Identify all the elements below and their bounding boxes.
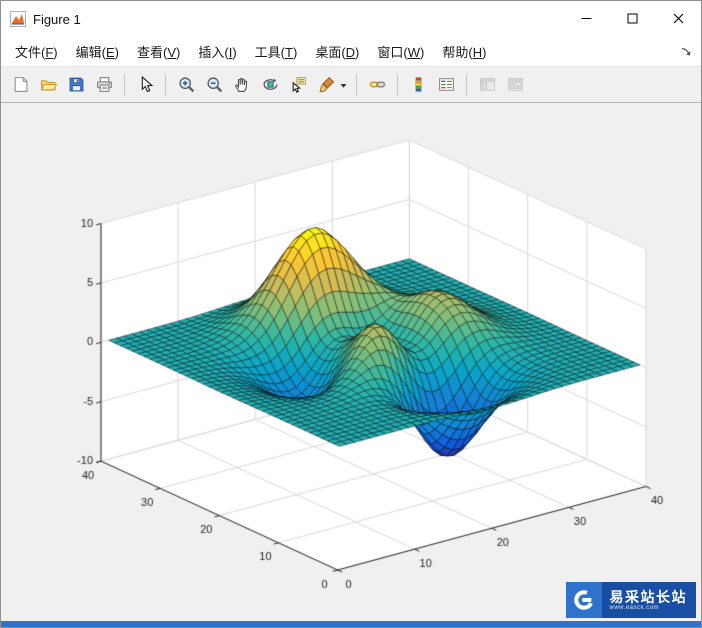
maximize-button[interactable] bbox=[609, 1, 655, 37]
minimize-icon bbox=[581, 12, 592, 27]
zoom-in-button[interactable] bbox=[173, 72, 199, 98]
menubar: 文件(F) 编辑(E) 查看(V) 插入(I) 工具(T) 桌面(D) 窗口(W) 帮助(H) bbox=[1, 37, 701, 66]
minimize-button[interactable] bbox=[563, 1, 609, 37]
open-file-button[interactable] bbox=[35, 72, 61, 98]
link-plot-button[interactable] bbox=[364, 72, 390, 98]
brush-data-button[interactable] bbox=[313, 72, 339, 98]
window-title: Figure 1 bbox=[33, 11, 81, 27]
pan-button[interactable] bbox=[229, 72, 255, 98]
figure-plot-canvas[interactable] bbox=[1, 103, 701, 621]
zoom-out-button[interactable] bbox=[201, 72, 227, 98]
new-figure-button[interactable] bbox=[7, 72, 33, 98]
menu-tools[interactable]: 工具(T) bbox=[246, 38, 307, 65]
close-button[interactable] bbox=[655, 1, 701, 37]
print-figure-button[interactable] bbox=[91, 72, 117, 98]
insert-legend-button[interactable] bbox=[433, 72, 459, 98]
figure-window: Figure 1 文件(F) 编辑(E) 查看(V) 插入(I) 工具(T) 桌面(D) 窗… bbox=[0, 0, 702, 628]
watermark: 易采站长站 www.easck.com bbox=[565, 582, 696, 618]
toolbar bbox=[1, 66, 701, 103]
watermark-text: 易采站长站 bbox=[609, 589, 687, 605]
toolbar-separator bbox=[356, 73, 357, 96]
toolbar-separator bbox=[397, 73, 398, 96]
toolbar-separator bbox=[466, 73, 467, 96]
menu-insert[interactable]: 插入(I) bbox=[189, 38, 245, 65]
save-figure-button[interactable] bbox=[63, 72, 89, 98]
menu-edit[interactable]: 编辑(E) bbox=[67, 38, 128, 65]
watermark-panel: 易采站长站 www.easck.com bbox=[601, 582, 696, 618]
rotate-3d-button[interactable] bbox=[257, 72, 283, 98]
toolbar-separator bbox=[165, 73, 166, 96]
data-cursor-button[interactable] bbox=[285, 72, 311, 98]
insert-colorbar-button[interactable] bbox=[405, 72, 431, 98]
menu-file[interactable]: 文件(F) bbox=[6, 38, 67, 65]
close-icon bbox=[673, 12, 684, 27]
brush-data-dropdown-caret[interactable] bbox=[338, 72, 349, 98]
maximize-icon bbox=[627, 12, 638, 27]
watermark-bottom-strip bbox=[1, 621, 701, 627]
easck-logo-icon bbox=[565, 582, 602, 618]
menu-desktop[interactable]: 桌面(D) bbox=[306, 38, 368, 65]
menu-window[interactable]: 窗口(W) bbox=[368, 38, 433, 65]
menu-help[interactable]: 帮助(H) bbox=[433, 38, 495, 65]
show-plot-tools-button bbox=[502, 72, 528, 98]
menu-view[interactable]: 查看(V) bbox=[128, 38, 189, 65]
matlab-figure-icon[interactable] bbox=[10, 11, 26, 27]
window-controls bbox=[563, 1, 701, 37]
toolbar-separator bbox=[124, 73, 125, 96]
figure-area: 易采站长站 www.easck.com bbox=[1, 103, 701, 621]
watermark-subtext: www.easck.com bbox=[609, 605, 660, 611]
titlebar: Figure 1 bbox=[1, 1, 701, 37]
edit-plot-button[interactable] bbox=[132, 72, 158, 98]
hide-plot-tools-button bbox=[474, 72, 500, 98]
menu-overflow-icon[interactable] bbox=[680, 46, 692, 58]
